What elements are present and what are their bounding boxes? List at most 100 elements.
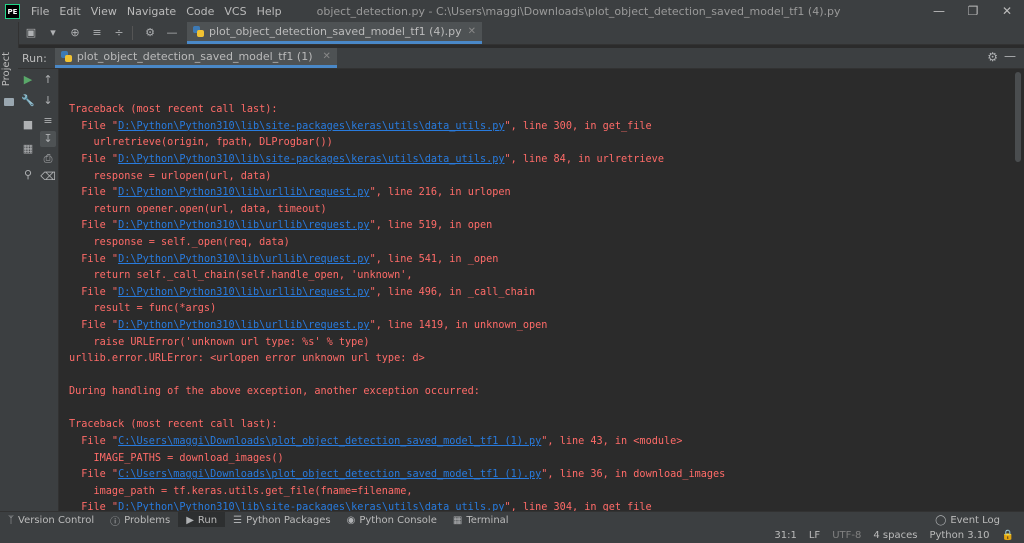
menu-code[interactable]: Code: [181, 5, 219, 18]
console-file-link[interactable]: D:\Python\Python310\lib\urllib\request.p…: [118, 320, 369, 331]
console-text: ", line 300, in get_file: [504, 120, 652, 132]
console-line: IMAGE_PATHS = download_images(): [69, 451, 1012, 468]
hide-panel-icon[interactable]: —: [1004, 49, 1016, 63]
python-interpreter[interactable]: Python 3.10: [929, 530, 989, 541]
console-line: File "D:\Python\Python310\lib\urllib\req…: [69, 285, 1012, 302]
console-line: File "C:\Users\maggi\Downloads\plot_obje…: [69, 434, 1012, 451]
tab-python-packages[interactable]: ☰ Python Packages: [225, 512, 338, 528]
tab-version-control[interactable]: ᛉ Version Control: [0, 512, 102, 528]
console-file-link[interactable]: D:\Python\Python310\lib\site-packages\ke…: [118, 502, 504, 511]
console-text: ", line 541, in _open: [369, 253, 499, 265]
run-label: Run:: [22, 51, 47, 65]
layout-icon[interactable]: ▣: [22, 24, 40, 42]
tab-problems[interactable]: ⓘ Problems: [102, 512, 178, 528]
console-file-link[interactable]: C:\Users\maggi\Downloads\plot_object_det…: [118, 469, 541, 480]
file-encoding[interactable]: UTF-8: [832, 530, 861, 541]
console-text: image_path = tf.keras.utils.get_file(fna…: [69, 485, 413, 497]
console-line: File "D:\Python\Python310\lib\urllib\req…: [69, 185, 1012, 202]
close-run-tab-icon[interactable]: ✕: [323, 51, 331, 62]
console-line: File "D:\Python\Python310\lib\urllib\req…: [69, 318, 1012, 335]
editor-tab-file[interactable]: plot_object_detection_saved_model_tf1 (4…: [187, 22, 483, 44]
soft-wrap-icon[interactable]: ≡: [40, 113, 56, 129]
wrench-icon[interactable]: 🔧: [20, 93, 36, 109]
arrow-down-icon[interactable]: ↓: [40, 93, 56, 109]
restore-window-icon[interactable]: ❐: [956, 0, 990, 22]
console-file-link[interactable]: D:\Python\Python310\lib\urllib\request.p…: [118, 187, 369, 198]
console-text: ", line 496, in _call_chain: [369, 286, 536, 298]
console-scrollbar[interactable]: [1015, 72, 1021, 162]
close-window-icon[interactable]: ✕: [990, 0, 1024, 22]
console-text: return opener.open(url, data, timeout): [69, 203, 327, 215]
locate-target-icon[interactable]: ⊕: [66, 24, 84, 42]
pin-icon[interactable]: ⚲: [20, 167, 36, 183]
console-file-link[interactable]: D:\Python\Python310\lib\site-packages\ke…: [118, 121, 504, 132]
line-separator[interactable]: LF: [809, 530, 820, 541]
console-file-link[interactable]: C:\Users\maggi\Downloads\plot_object_det…: [118, 436, 541, 447]
run-header: Run: plot_object_detection_saved_model_t…: [18, 48, 1024, 69]
tab-label: Python Console: [359, 514, 437, 526]
lock-icon[interactable]: 🔒: [1002, 530, 1014, 541]
tab-label: Problems: [124, 514, 171, 526]
play-icon: ▶: [186, 514, 194, 526]
menu-edit[interactable]: Edit: [54, 5, 85, 18]
minimize-window-icon[interactable]: —: [922, 0, 956, 22]
console-text: result = func(*args): [69, 303, 217, 315]
scroll-to-end-icon[interactable]: ↧: [40, 131, 56, 147]
console-text: Traceback (most recent call last):: [69, 104, 278, 116]
caret-position[interactable]: 31:1: [774, 530, 796, 541]
console-line: File "D:\Python\Python310\lib\site-packa…: [69, 119, 1012, 136]
trash-icon[interactable]: ⌫: [40, 169, 56, 185]
indent-setting[interactable]: 4 spaces: [873, 530, 917, 541]
print-icon[interactable]: ⎙: [40, 151, 56, 167]
console-line: return self._call_chain(self.handle_open…: [69, 268, 1012, 285]
menu-vcs[interactable]: VCS: [219, 5, 251, 18]
console-line: result = func(*args): [69, 301, 1012, 318]
console-text: ", line 36, in download_images: [541, 469, 726, 481]
console-text: Traceback (most recent call last):: [69, 419, 278, 431]
gear-icon[interactable]: ⚙: [987, 50, 998, 64]
console-line: File "C:\Users\maggi\Downloads\plot_obje…: [69, 467, 1012, 484]
gear-icon[interactable]: ⚙: [141, 24, 159, 42]
terminal-icon: ▦: [452, 514, 463, 526]
collapse-all-icon[interactable]: ÷: [110, 24, 128, 42]
run-console-output[interactable]: Traceback (most recent call last): File …: [59, 69, 1012, 511]
console-file-link[interactable]: D:\Python\Python310\lib\urllib\request.p…: [118, 220, 369, 231]
menu-file[interactable]: File: [26, 5, 54, 18]
python-file-icon: [60, 51, 72, 62]
stop-icon[interactable]: ■: [20, 117, 36, 133]
menu-navigate[interactable]: Navigate: [122, 5, 181, 18]
run-tab[interactable]: plot_object_detection_saved_model_tf1 (1…: [54, 48, 337, 68]
console-file-link[interactable]: D:\Python\Python310\lib\site-packages\ke…: [118, 154, 504, 165]
console-text: raise URLError('unknown url type: %s' % …: [69, 336, 370, 348]
event-log-button[interactable]: ◯ Event Log: [935, 512, 1000, 528]
console-text: File ": [69, 120, 119, 132]
tab-run[interactable]: ▶ Run: [178, 512, 226, 528]
layout-icon[interactable]: ▦: [20, 141, 36, 157]
hide-panel-icon[interactable]: —: [163, 24, 181, 42]
dropdown-icon[interactable]: ▾: [44, 24, 62, 42]
window-controls: — ❐ ✕: [922, 0, 1024, 22]
console-text: File ": [69, 187, 119, 199]
console-file-link[interactable]: D:\Python\Python310\lib\urllib\request.p…: [118, 287, 369, 298]
console-text: File ": [69, 469, 119, 481]
console-text: ", line 519, in open: [369, 220, 493, 232]
console-line: response = urlopen(url, data): [69, 169, 1012, 186]
arrow-up-icon[interactable]: ↑: [40, 72, 56, 88]
project-tool-strip: Project: [0, 22, 19, 511]
console-text: return self._call_chain(self.handle_open…: [69, 270, 413, 282]
project-tool-button[interactable]: Project: [1, 52, 12, 86]
close-tab-icon[interactable]: ✕: [468, 26, 476, 37]
pycharm-logo-icon: PE: [5, 3, 20, 19]
menu-view[interactable]: View: [86, 5, 122, 18]
folder-icon[interactable]: [4, 98, 14, 106]
tab-terminal[interactable]: ▦ Terminal: [445, 512, 517, 528]
expand-all-icon[interactable]: ≡: [88, 24, 106, 42]
tab-label: Python Packages: [246, 514, 331, 526]
toolbar-separator: [132, 26, 133, 40]
tab-python-console[interactable]: ◉ Python Console: [339, 512, 445, 528]
menu-help[interactable]: Help: [252, 5, 287, 18]
tab-label: Run: [197, 514, 218, 526]
rerun-icon[interactable]: ▶: [20, 72, 36, 88]
console-file-link[interactable]: D:\Python\Python310\lib\urllib\request.p…: [118, 254, 369, 265]
